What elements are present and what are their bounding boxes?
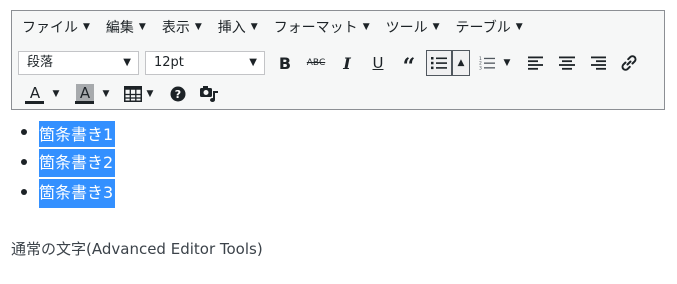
menu-format[interactable]: フォーマット ▼ [264, 14, 376, 40]
bullet-dot [21, 159, 27, 165]
format-select-value: 段落 [27, 55, 54, 70]
table-dropdown[interactable]: ▼ [144, 89, 156, 99]
menu-insert[interactable]: 挿入 ▼ [208, 14, 264, 40]
underline-button[interactable]: U [364, 50, 392, 76]
font-size-select-value: 12pt [154, 55, 184, 70]
chevron-down-icon: ▼ [249, 57, 257, 68]
link-icon [621, 55, 637, 71]
menu-table-label: テーブル [455, 20, 511, 36]
table-button[interactable] [122, 81, 144, 107]
bullet-list-button[interactable] [426, 50, 452, 76]
paragraph-text[interactable]: 通常の文字(Advanced Editor Tools) [11, 238, 263, 259]
italic-icon: I [343, 53, 351, 73]
selected-text: 箇条書き2 [39, 149, 116, 177]
formatting-toolbar: 段落 ▼ 12pt ▼ B ABC I U “ ▲ 1 2 3 ▼ [18, 50, 646, 80]
help-icon: ? [170, 86, 186, 102]
bullet-dot [21, 189, 27, 195]
menu-view-label: 表示 [161, 20, 190, 36]
chevron-down-icon: ▼ [503, 58, 511, 68]
text-color-icon: A [29, 84, 41, 102]
chevron-down-icon: ▼ [432, 22, 440, 32]
bullet-list: 箇条書き1 箇条書き2 箇条書き3 [0, 118, 677, 208]
list-item[interactable]: 箇条書き1 [0, 118, 677, 148]
selected-text: 箇条書き1 [39, 121, 116, 147]
menu-file[interactable]: ファイル ▼ [12, 14, 96, 40]
strikethrough-icon: ABC [306, 58, 326, 68]
text-color-dropdown[interactable]: ▼ [48, 89, 64, 99]
menu-file-label: ファイル [22, 20, 78, 36]
text-color-button[interactable]: A [22, 81, 48, 107]
align-right-icon [591, 56, 606, 70]
list-item[interactable]: 箇条書き3 [0, 178, 677, 208]
blockquote-icon: “ [402, 54, 416, 80]
menubar: ファイル ▼ 編集 ▼ 表示 ▼ 挿入 ▼ フォーマット ▼ ツール ▼ テーブル ▼ [12, 11, 664, 43]
bullet-list-options-button[interactable]: ▲ [452, 50, 470, 76]
menu-format-label: フォーマット [273, 20, 358, 36]
menu-tools[interactable]: ツール ▼ [376, 14, 446, 40]
blockquote-button[interactable]: “ [395, 50, 423, 80]
align-center-button[interactable] [553, 50, 581, 76]
format-select[interactable]: 段落 ▼ [18, 51, 139, 75]
chevron-down-icon: ▼ [362, 22, 370, 32]
background-color-button[interactable]: A [72, 81, 98, 107]
bold-button[interactable]: B [271, 50, 299, 76]
list-item[interactable]: 箇条書き2 [0, 148, 677, 178]
align-left-icon [528, 56, 543, 70]
background-color-dropdown[interactable]: ▼ [98, 89, 114, 99]
align-left-button[interactable] [522, 50, 550, 76]
chevron-up-icon: ▲ [457, 58, 465, 68]
svg-text:3: 3 [479, 65, 482, 70]
numbered-list-options-button[interactable]: ▼ [498, 50, 516, 76]
background-color-swatch [75, 101, 94, 104]
menu-insert-label: 挿入 [217, 20, 246, 36]
background-color-icon: A [75, 84, 95, 102]
numbered-list-icon: 1 2 3 [479, 56, 495, 70]
align-center-icon [559, 56, 575, 70]
menu-edit[interactable]: 編集 ▼ [96, 14, 152, 40]
font-size-select[interactable]: 12pt ▼ [145, 51, 265, 75]
bullet-list-icon [431, 57, 447, 70]
strikethrough-button[interactable]: ABC [302, 50, 330, 76]
media-button[interactable] [195, 81, 223, 107]
menu-table[interactable]: テーブル ▼ [446, 14, 529, 40]
align-right-button[interactable] [584, 50, 612, 76]
chevron-down-icon: ▼ [138, 22, 146, 32]
editor-toolbar: ファイル ▼ 編集 ▼ 表示 ▼ 挿入 ▼ フォーマット ▼ ツール ▼ テーブル ▼ 段落 … [11, 10, 665, 110]
svg-text:?: ? [175, 88, 181, 101]
bullet-dot [21, 129, 27, 135]
chevron-down-icon: ▼ [83, 22, 90, 32]
italic-button[interactable]: I [333, 50, 361, 76]
menu-edit-label: 編集 [105, 20, 134, 36]
chevron-down-icon: ▼ [194, 22, 202, 32]
media-icon [200, 86, 218, 102]
menu-tools-label: ツール [385, 20, 428, 36]
chevron-down-icon: ▼ [123, 57, 131, 68]
table-icon [124, 86, 142, 102]
formatting-toolbar-row2: A ▼ A ▼ ▼ ? [22, 81, 226, 107]
menu-view[interactable]: 表示 ▼ [152, 14, 208, 40]
underline-icon: U [372, 54, 384, 72]
selected-text: 箇条書き3 [39, 179, 116, 208]
chevron-down-icon: ▼ [515, 22, 523, 32]
editor-content[interactable]: 箇条書き1 箇条書き2 箇条書き3 通常の文字(Advanced Editor … [0, 118, 677, 258]
help-button[interactable]: ? [164, 81, 192, 107]
numbered-list-button[interactable]: 1 2 3 [476, 50, 498, 76]
text-color-swatch [25, 101, 44, 104]
insert-link-button[interactable] [615, 50, 643, 76]
bold-icon: B [278, 53, 292, 73]
chevron-down-icon: ▼ [250, 22, 258, 32]
